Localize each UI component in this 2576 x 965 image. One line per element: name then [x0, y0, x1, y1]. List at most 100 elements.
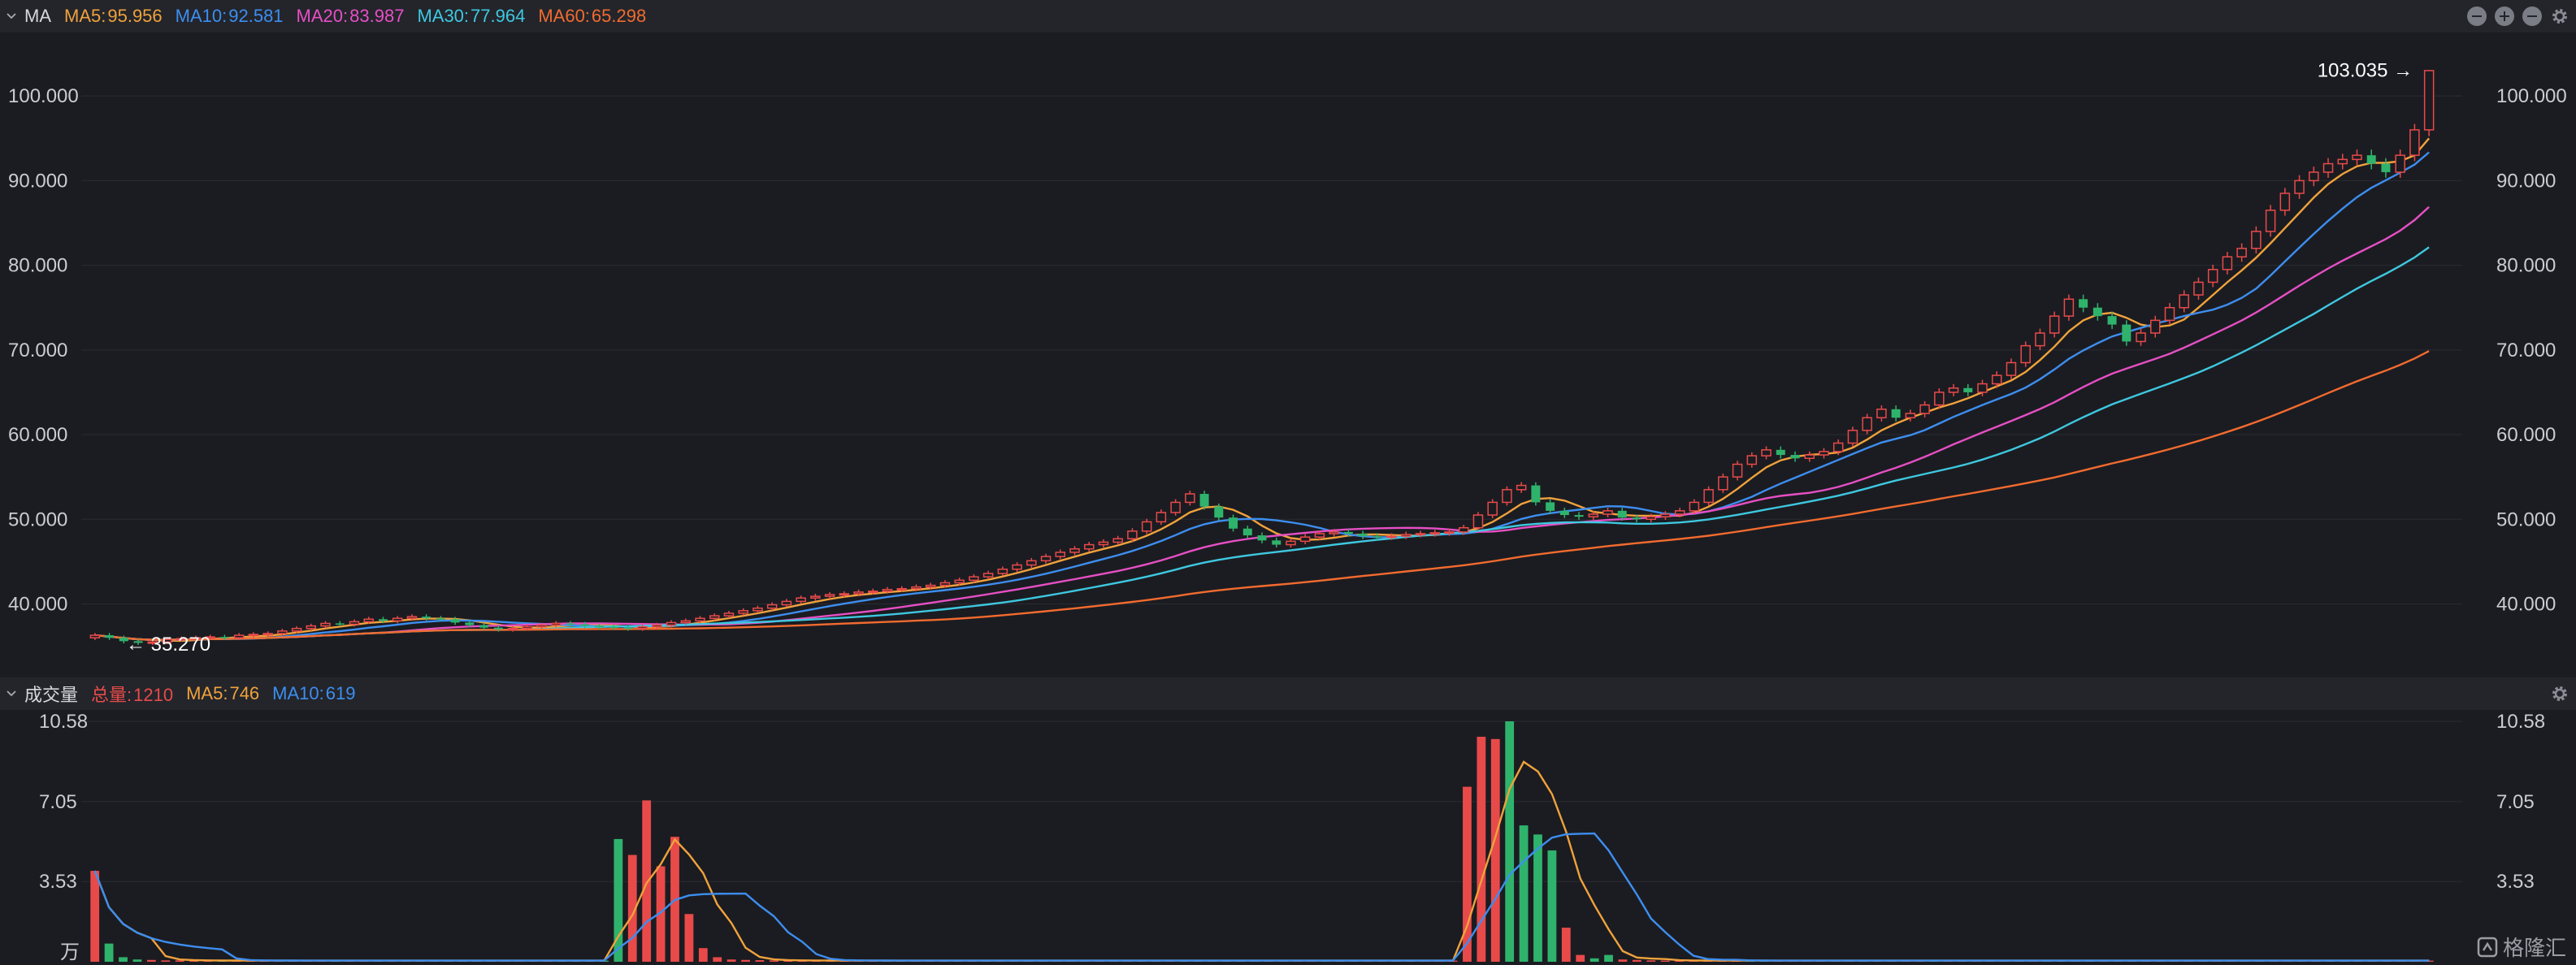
candle-body [507, 627, 518, 630]
candle-body [1602, 510, 1613, 515]
candle-body [1083, 543, 1095, 550]
candle-body [1358, 533, 1368, 537]
candle-body [1487, 501, 1498, 516]
volume-y-tick-left: 7.05 [39, 791, 77, 813]
volume-y-tick-right: 3.53 [2496, 871, 2535, 893]
candle-body [262, 633, 273, 636]
volume-bar [755, 960, 765, 962]
candle-body [1776, 449, 1785, 456]
candle-body [1185, 493, 1195, 504]
candle-body [1632, 517, 1641, 520]
price-y-tick-right: 100.000 [2496, 85, 2567, 107]
volume-ma-line [93, 760, 2430, 962]
volume-chart[interactable]: 10.58 10.58 7.05 7.05 3.53 3.53 万 [0, 710, 2576, 965]
candle-body [1127, 530, 1138, 539]
volume-bar [1490, 738, 1500, 962]
candle-body [406, 616, 418, 619]
candle-body [335, 623, 345, 625]
candle-body [2294, 180, 2305, 194]
volume-ma-line [93, 832, 2430, 962]
volume-bar [1505, 721, 1515, 962]
candle-body [1963, 387, 1973, 392]
gear-icon[interactable] [2550, 6, 2569, 26]
price-chart[interactable]: 100.000 100.000 90.000 90.000 80.000 80.000 70… [0, 32, 2576, 674]
candle-body [378, 619, 388, 621]
candle-body [1977, 383, 1988, 393]
volume-panel-label: 成交量 [24, 685, 79, 705]
candle-body [1574, 515, 1584, 517]
candle-body [1040, 556, 1052, 562]
chevron-down-icon[interactable] [7, 11, 16, 21]
candle-body [1199, 494, 1209, 507]
minus-circle-icon[interactable] [2467, 6, 2487, 26]
high-price-label: 103.035 → [2318, 60, 2413, 82]
candle-body [2107, 316, 2117, 325]
volume-bar [684, 914, 694, 962]
candle-body [2423, 70, 2435, 131]
candle-body [2279, 193, 2291, 211]
candle-body [1531, 485, 1541, 503]
candle-body [1832, 442, 1844, 452]
ma20-legend: MA20:83.987 [296, 6, 405, 26]
candle-body [882, 589, 893, 592]
chevron-down-icon[interactable] [7, 689, 16, 699]
price-y-tick-right: 80.000 [2496, 255, 2556, 277]
candle-body [954, 579, 965, 584]
candle-body [2337, 158, 2348, 165]
volume-bar [90, 871, 100, 962]
volume-y-tick-right: 7.05 [2496, 791, 2535, 813]
watermark-text: 格隆汇 [2502, 936, 2566, 960]
candle-body [1401, 534, 1412, 537]
candle-body [1746, 455, 1758, 465]
vol-ma5-legend: MA5:746 [186, 683, 260, 703]
volume-y-tick-left: 10.58 [39, 711, 88, 733]
candle-body [105, 635, 115, 638]
volume-bar [1632, 959, 1641, 962]
candle-body [666, 621, 677, 626]
candle-body [2366, 155, 2376, 164]
candle-body [1502, 489, 1512, 504]
volume-unit-label: 万 [60, 941, 80, 963]
ma5-legend: MA5:95.956 [64, 6, 163, 26]
candle-body [868, 591, 878, 594]
candle-body [1804, 454, 1815, 459]
candle-body [2006, 361, 2017, 376]
candle-body [349, 621, 360, 625]
volume-bar [119, 957, 128, 962]
price-ma-line [94, 151, 2430, 641]
candle-body [2063, 298, 2075, 317]
candle-body [1170, 501, 1181, 513]
candle-body [810, 595, 821, 599]
volume-bar [1561, 928, 1571, 962]
candle-body [1546, 502, 1555, 511]
candle-body [566, 623, 575, 625]
candle-body [2352, 154, 2362, 161]
candle-body [723, 612, 735, 617]
minimize-circle-icon[interactable] [2522, 6, 2542, 26]
candle-body [1386, 535, 1397, 539]
plus-circle-icon[interactable] [2495, 6, 2514, 26]
candle-body [2222, 256, 2233, 270]
price-y-tick-right: 70.000 [2496, 340, 2556, 361]
candle-body [580, 624, 590, 626]
candle-body [680, 620, 692, 624]
candle-body [1214, 506, 1224, 518]
gear-icon[interactable] [2550, 684, 2569, 703]
candle-body [1141, 521, 1152, 532]
candle-body [1055, 552, 1066, 557]
candle-body [1718, 476, 1728, 491]
candle-body [1761, 449, 1772, 457]
candle-body [2193, 281, 2204, 296]
candle-body [2322, 162, 2334, 173]
candle-body [2381, 163, 2391, 172]
volume-bar [642, 800, 652, 962]
candle-body [2150, 319, 2161, 334]
candle-body [1919, 404, 1930, 414]
candle-body [2251, 231, 2262, 249]
volume-bar [713, 957, 722, 962]
candle-body [652, 624, 662, 628]
volume-bar [1618, 959, 1628, 962]
candle-body [2035, 332, 2045, 347]
candle-body [1012, 564, 1022, 570]
volume-y-tick-right: 10.58 [2496, 711, 2545, 733]
